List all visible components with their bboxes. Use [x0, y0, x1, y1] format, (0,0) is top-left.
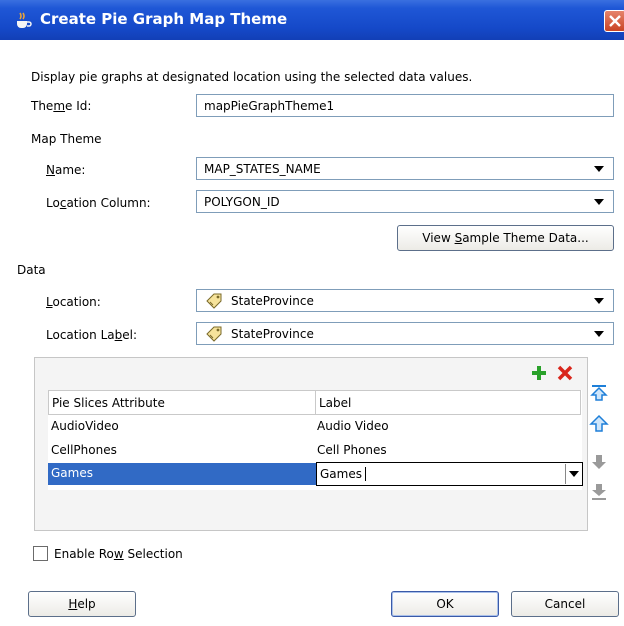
close-icon [609, 15, 621, 27]
java-cup-icon [17, 12, 32, 28]
enable-row-selection-checkbox[interactable] [33, 546, 48, 561]
column-header-label[interactable]: Label [315, 390, 581, 415]
name-select[interactable]: MAP_STATES_NAME [196, 157, 614, 180]
location-column-select[interactable]: POLYGON_ID [196, 190, 614, 213]
move-down-icon[interactable] [589, 452, 609, 472]
theme-id-label: Theme Id: [31, 99, 92, 113]
location-value: StateProvince [231, 294, 314, 308]
column-header-attribute[interactable]: Pie Slices Attribute [48, 390, 316, 415]
view-sample-theme-data-button[interactable]: View Sample Theme Data... [397, 225, 614, 251]
help-button[interactable]: Help [28, 591, 136, 617]
table-cell-label[interactable]: Cell Phones [317, 443, 387, 457]
name-value: MAP_STATES_NAME [204, 162, 321, 176]
enable-row-selection-label[interactable]: Enable Row Selection [54, 547, 183, 561]
label-cell-value: Games [320, 467, 362, 481]
chevron-down-icon [594, 331, 604, 337]
label-cell-editor[interactable]: Games [316, 462, 583, 486]
tag-icon [206, 293, 222, 309]
location-label-value: StateProvince [231, 327, 314, 341]
title-bar[interactable]: Create Pie Graph Map Theme [0, 0, 624, 40]
theme-id-value: mapPieGraphTheme1 [204, 99, 335, 113]
location-label-label: Location Label: [46, 328, 137, 342]
cancel-button[interactable]: Cancel [511, 591, 619, 617]
data-heading: Data [17, 263, 46, 277]
table-cell-attribute[interactable]: Games [51, 466, 93, 480]
map-theme-heading: Map Theme [31, 132, 102, 146]
tag-icon [206, 326, 222, 342]
table-cell-attribute[interactable]: CellPhones [51, 443, 117, 457]
table-cell-label[interactable]: Audio Video [317, 419, 389, 433]
table-cell-attribute[interactable]: AudioVideo [51, 419, 119, 433]
dialog-title: Create Pie Graph Map Theme [40, 10, 288, 28]
label-cell-dropdown[interactable] [565, 464, 581, 484]
location-label: Location: [46, 295, 101, 309]
theme-id-input[interactable]: mapPieGraphTheme1 [196, 94, 614, 117]
delete-icon[interactable] [556, 364, 574, 382]
add-icon[interactable] [530, 364, 548, 382]
chevron-down-icon [569, 471, 579, 477]
close-button[interactable] [604, 10, 624, 32]
chevron-down-icon [594, 199, 604, 205]
create-pie-graph-map-theme-dialog: Create Pie Graph Map Theme Display pie g… [0, 0, 624, 626]
intro-text: Display pie graphs at designated locatio… [31, 70, 473, 84]
chevron-down-icon [594, 298, 604, 304]
location-select[interactable]: StateProvince [196, 289, 614, 312]
move-bottom-icon[interactable] [589, 482, 609, 502]
location-column-value: POLYGON_ID [204, 195, 280, 209]
text-caret [365, 467, 366, 481]
chevron-down-icon [594, 166, 604, 172]
name-label: Name: [46, 163, 86, 177]
location-column-label: Location Column: [46, 196, 151, 210]
ok-button[interactable]: OK [391, 591, 499, 617]
move-top-icon[interactable] [589, 383, 609, 403]
move-up-icon[interactable] [589, 414, 609, 434]
location-label-select[interactable]: StateProvince [196, 322, 614, 345]
